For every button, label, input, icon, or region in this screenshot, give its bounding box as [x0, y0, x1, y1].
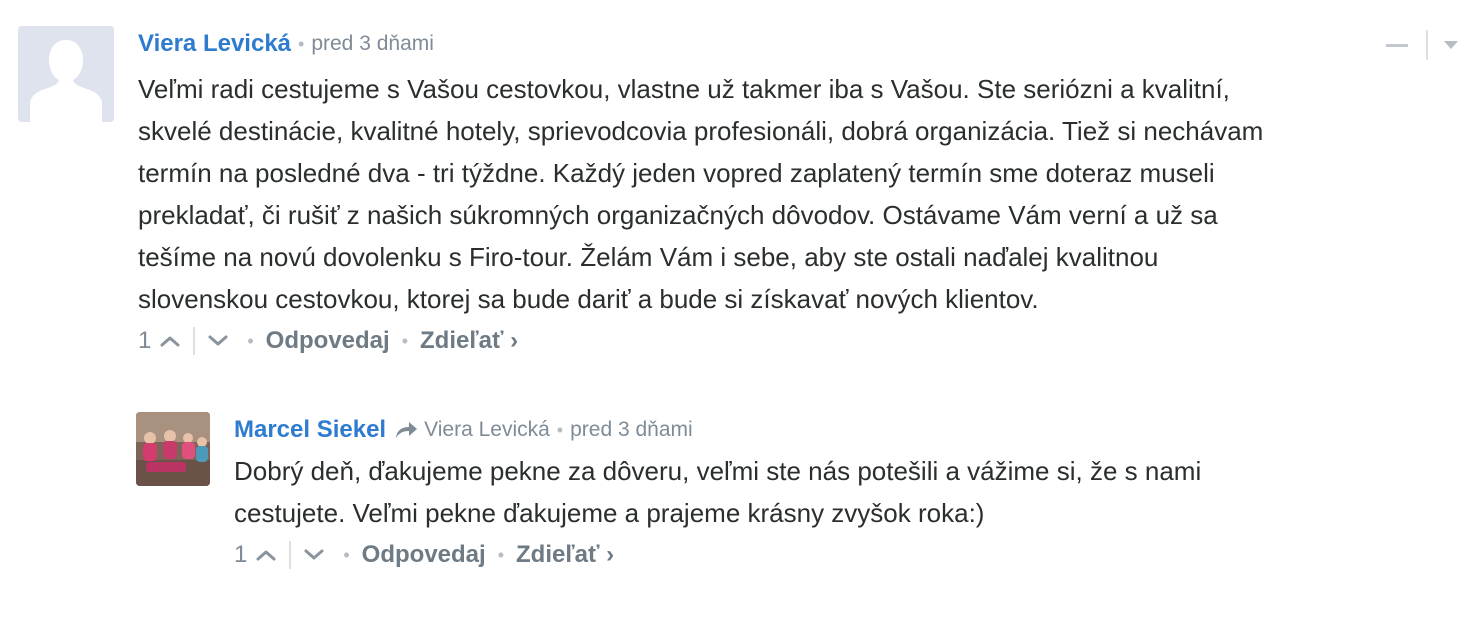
comment-text: Veľmi radi cestujeme s Vašou cestovkou, …	[138, 68, 1458, 320]
comment-body: Marcel Siekel Viera Levická • pred 3 dňa…	[234, 412, 1456, 572]
user-photo	[136, 412, 210, 486]
comment-line: slovenskou cestovkou, ktorej sa bude dar…	[138, 284, 1039, 314]
footer-separator: •	[343, 544, 350, 565]
chevron-up-icon[interactable]	[255, 548, 277, 562]
reply-to-name[interactable]: Viera Levická	[424, 418, 550, 442]
timestamp[interactable]: pred 3 dňami	[311, 32, 434, 56]
avatar[interactable]	[18, 26, 114, 122]
comment-line: cestujete. Veľmi pekne ďakujeme a prajem…	[234, 498, 985, 528]
comment-header: Marcel Siekel Viera Levická • pred 3 dňa…	[234, 412, 1456, 448]
chevron-up-icon[interactable]	[159, 334, 181, 348]
reply-button[interactable]: Odpovedaj	[266, 327, 390, 355]
footer-separator: •	[497, 544, 505, 565]
vote-count: 1	[234, 541, 248, 568]
author-name[interactable]: Marcel Siekel	[234, 416, 386, 444]
meta-separator: •	[298, 33, 305, 54]
avatar[interactable]	[136, 412, 210, 486]
reply-to[interactable]: Viera Levická	[394, 418, 550, 442]
footer-separator: •	[401, 330, 409, 351]
share-button[interactable]: Zdieľať ›	[420, 327, 518, 355]
footer-separator: •	[247, 330, 254, 351]
meta-separator: •	[556, 419, 564, 440]
comment-body: Viera Levická • pred 3 dňami Veľmi radi …	[138, 26, 1458, 358]
reply-button[interactable]: Odpovedaj	[362, 541, 486, 569]
comment-header: Viera Levická • pred 3 dňami	[138, 26, 1458, 62]
comment-line: Veľmi radi cestujeme s Vašou cestovkou, …	[138, 74, 1230, 104]
comment-line: prekladať, či rušiť z našich súkromných …	[138, 200, 1218, 230]
minus-icon[interactable]	[1386, 43, 1408, 47]
caret-down-icon[interactable]	[1444, 41, 1458, 49]
timestamp[interactable]: pred 3 dňami	[570, 418, 693, 442]
person-silhouette-icon	[18, 26, 114, 122]
divider	[289, 541, 292, 569]
vote-count: 1	[138, 327, 152, 354]
comment-line: skvelé destinácie, kvalitné hotely, spri…	[138, 116, 1264, 146]
comment-line: termín na posledné dva - tri týždne. Kaž…	[138, 158, 1215, 188]
comment-footer: 1 • Odpovedaj • Zdieľať ›	[138, 324, 1458, 358]
comment-thread: Viera Levická • pred 3 dňami Veľmi radi …	[0, 0, 1478, 630]
comment-footer: 1 • Odpovedaj • Zdieľať ›	[234, 538, 1456, 572]
comment-line: tešíme na novú dovolenku s Firo-tour. Že…	[138, 242, 1159, 272]
comment-controls	[1386, 30, 1458, 60]
comment-text: Dobrý deň, ďakujeme pekne za dôveru, veľ…	[234, 450, 1456, 534]
author-name[interactable]: Viera Levická	[138, 30, 291, 58]
reply-arrow-icon	[396, 422, 418, 438]
chevron-down-icon[interactable]	[207, 334, 229, 348]
chevron-down-icon[interactable]	[303, 548, 325, 562]
comment-line: Dobrý deň, ďakujeme pekne za dôveru, veľ…	[234, 456, 1202, 486]
divider	[1426, 30, 1428, 60]
share-button[interactable]: Zdieľať ›	[516, 541, 614, 569]
divider	[193, 327, 196, 355]
